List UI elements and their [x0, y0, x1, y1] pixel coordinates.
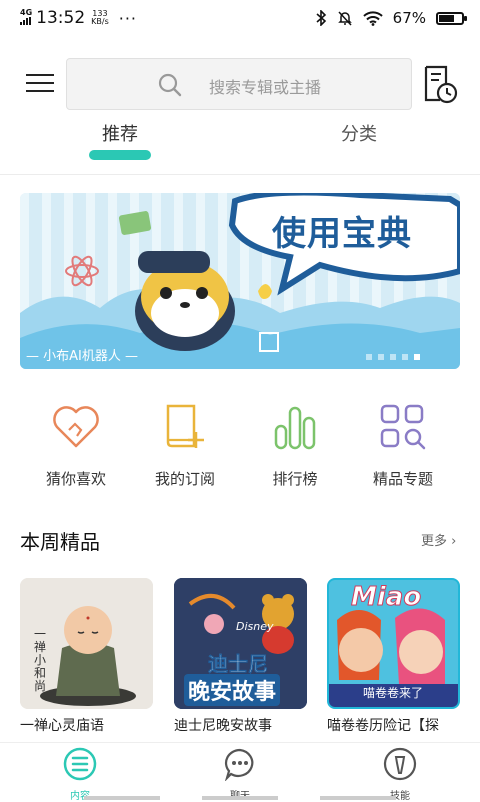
- torch-icon: [383, 747, 417, 781]
- quick-link-guess-you-like[interactable]: 猜你喜欢: [31, 400, 121, 489]
- quick-link-featured[interactable]: 精品专题: [358, 400, 448, 489]
- heart-hand-icon: [53, 406, 99, 448]
- quick-link-label: 排行榜: [272, 470, 318, 488]
- grid-search-icon: [380, 404, 426, 450]
- album-card[interactable]: 一禅小和尚 一禅心灵庙语: [20, 578, 153, 736]
- network-type: 4G: [20, 8, 33, 17]
- cover-text: 喵卷卷来了: [363, 686, 424, 700]
- album-card[interactable]: Disney 迪士尼 晚安故事 迪士尼晚安故事: [174, 578, 307, 736]
- banner-pagination: [366, 354, 420, 360]
- book-plus-icon: [166, 404, 204, 448]
- network-speed: 133 KB/s: [91, 10, 109, 26]
- album-cover: Miao 喵卷卷来了: [327, 578, 460, 709]
- clock: 13:52: [36, 8, 86, 28]
- cover-text: 一禅小和尚: [34, 627, 47, 693]
- signal-icon: 4G: [20, 9, 32, 27]
- album-cover: Disney 迪士尼 晚安故事: [174, 578, 307, 709]
- page-dot: [366, 354, 372, 360]
- bluetooth-icon: [316, 10, 326, 26]
- cover-text: Miao: [350, 582, 422, 613]
- chat-bubble-icon: [224, 748, 254, 782]
- more-link[interactable]: 更多 ›: [421, 530, 456, 549]
- cover-text: 迪士尼: [208, 652, 269, 677]
- page-dot-active: [414, 354, 420, 360]
- quick-link-label: 我的订阅: [154, 470, 215, 488]
- album-card[interactable]: Miao 喵卷卷来了 喵卷卷历险记【探: [327, 578, 460, 736]
- album-title: 喵卷卷历险记【探: [327, 718, 439, 734]
- search-icon: [158, 73, 182, 97]
- album-cover: 一禅小和尚: [20, 578, 153, 709]
- quick-link-subscriptions[interactable]: 我的订阅: [140, 400, 230, 489]
- section-title: 本周精品: [20, 530, 100, 554]
- banner-title: 使用宝典: [272, 214, 412, 254]
- gesture-bar: [320, 796, 396, 800]
- battery-icon: [436, 11, 467, 25]
- list-icon: [63, 747, 97, 781]
- speed-unit: KB/s: [91, 17, 109, 26]
- divider: [0, 174, 480, 175]
- search-placeholder: 搜索专辑或主播: [209, 78, 322, 97]
- status-bar: 4G 13:52 133 KB/s ··· 67%: [0, 0, 480, 38]
- menu-button[interactable]: [26, 70, 54, 98]
- album-title: 一禅心灵庙语: [20, 718, 104, 734]
- tab-indicator: [89, 150, 151, 160]
- signal-bars-icon: [20, 17, 31, 25]
- battery-percent: 67%: [392, 9, 426, 27]
- more-notifications-icon: ···: [118, 8, 138, 28]
- nav-skills[interactable]: 技能: [360, 747, 440, 802]
- page-dot: [378, 354, 384, 360]
- album-title: 迪士尼晚安故事: [174, 718, 272, 734]
- tab-recommend[interactable]: 推荐: [102, 120, 138, 146]
- banner-caption: — 小布AI机器人 —: [26, 349, 138, 364]
- gesture-bar: [202, 796, 278, 800]
- quick-link-rankings[interactable]: 排行榜: [250, 400, 340, 489]
- nav-chat[interactable]: 聊天: [200, 747, 280, 802]
- tab-category[interactable]: 分类: [341, 120, 377, 146]
- nav-content[interactable]: 内容: [40, 747, 120, 802]
- tab-bar: 推荐 分类: [0, 116, 480, 160]
- bar-chart-icon: [274, 406, 316, 450]
- quick-link-label: 精品专题: [372, 470, 433, 488]
- page-dot: [402, 354, 408, 360]
- wifi-icon: [362, 10, 383, 26]
- quick-link-label: 猜你喜欢: [45, 470, 106, 488]
- cover-text: 晚安故事: [184, 674, 281, 706]
- gesture-bar: [84, 796, 160, 800]
- bottom-navigation: 内容 聊天 技能: [0, 742, 480, 802]
- history-icon[interactable]: [422, 64, 458, 104]
- battery-level: [439, 14, 454, 22]
- cover-brand: Disney: [236, 620, 274, 633]
- mute-bell-icon: [337, 11, 352, 26]
- page-dot: [390, 354, 396, 360]
- search-bar[interactable]: 搜索专辑或主播: [66, 58, 412, 110]
